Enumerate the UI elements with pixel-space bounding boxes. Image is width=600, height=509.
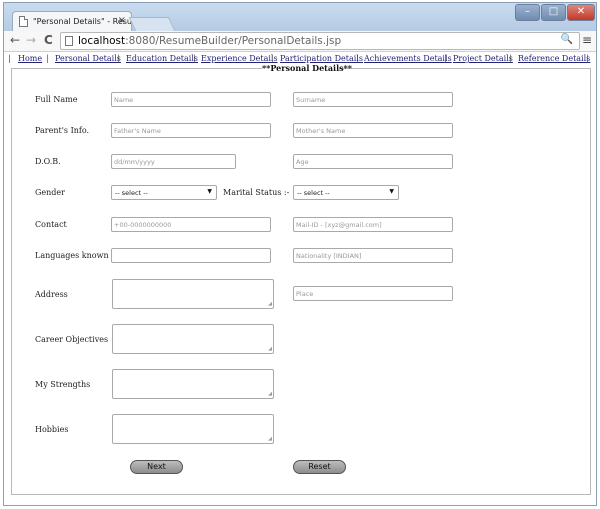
hobbies-textarea[interactable]: ◢ <box>112 414 274 444</box>
fieldset-legend: **Personal Details** <box>262 63 352 73</box>
address-label: Address <box>35 290 68 299</box>
nationality-input[interactable]: Nationality [INDIAN] <box>293 248 453 263</box>
nav-link-reference-details[interactable]: Reference Details <box>518 54 590 63</box>
contact-label: Contact <box>35 220 67 229</box>
nav-link-home[interactable]: Home <box>18 54 42 63</box>
back-arrow-icon[interactable]: ← <box>10 33 20 47</box>
dropdown-arrow-icon: ▼ <box>207 188 212 195</box>
reset-button[interactable]: Reset <box>293 460 346 474</box>
marital-select-value: -- select -- <box>297 189 330 197</box>
page-icon <box>19 16 28 27</box>
next-button[interactable]: Next <box>130 460 183 474</box>
nav-link-personal-details[interactable]: Personal Details <box>55 54 121 63</box>
name-input[interactable]: Name <box>111 92 271 107</box>
nav-separator: | <box>444 54 447 63</box>
new-tab-button[interactable] <box>128 17 176 31</box>
resize-grip-icon[interactable]: ◢ <box>268 437 272 442</box>
mother-name-input[interactable]: Mother's Name <box>293 123 453 138</box>
hobbies-label: Hobbies <box>35 425 69 434</box>
contact-input[interactable]: +00-0000000000 <box>111 217 271 232</box>
dob-label: D.O.B. <box>35 157 61 166</box>
nav-link-participation-details[interactable]: Participation Details <box>280 54 363 63</box>
fieldset-border <box>11 68 262 69</box>
fieldset-border <box>339 68 591 69</box>
close-window-button[interactable]: ✕ <box>567 4 595 21</box>
gender-label: Gender <box>35 188 65 197</box>
title-bar: "Personal Details" - Resu × – □ ✕ <box>4 3 596 32</box>
forward-arrow-icon[interactable]: → <box>26 33 36 47</box>
surname-input[interactable]: Surname <box>293 92 453 107</box>
marital-status-label: Marital Status :- <box>223 188 290 197</box>
nav-separator: | <box>46 54 49 63</box>
email-input[interactable]: Mail-ID - [xyz@gmail.com] <box>293 217 453 232</box>
nav-separator: | <box>271 54 274 63</box>
address-bar[interactable]: localhost:8080/ResumeBuilder/PersonalDet… <box>60 32 580 50</box>
address-textarea[interactable]: ◢ <box>112 279 274 309</box>
nav-separator: | <box>586 54 589 63</box>
place-input[interactable]: Place <box>293 286 453 301</box>
parents-info-label: Parent's Info. <box>35 126 90 135</box>
full-name-label: Full Name <box>35 95 78 104</box>
maximize-button[interactable]: □ <box>541 4 566 21</box>
menu-icon[interactable]: ≡ <box>582 33 592 47</box>
languages-input[interactable] <box>111 248 271 263</box>
nav-link-project-details[interactable]: Project Details <box>453 54 513 63</box>
father-name-input[interactable]: Father's Name <box>111 123 271 138</box>
nav-separator: | <box>117 54 120 63</box>
career-objectives-label: Career Objectives <box>35 335 109 344</box>
nav-separator: | <box>509 54 512 63</box>
nav-link-experience-details[interactable]: Experience Details <box>201 54 278 63</box>
nav-separator: | <box>356 54 359 63</box>
browser-tab[interactable]: "Personal Details" - Resu × <box>12 11 132 32</box>
page-icon <box>65 36 73 46</box>
age-input[interactable]: Age <box>293 154 453 169</box>
resize-grip-icon[interactable]: ◢ <box>268 392 272 397</box>
nav-separator: | <box>193 54 196 63</box>
gender-select[interactable]: -- select -- ▼ <box>111 185 217 200</box>
nav-separator: | <box>8 54 11 63</box>
gender-select-value: -- select -- <box>115 189 148 197</box>
career-objectives-textarea[interactable]: ◢ <box>112 324 274 354</box>
resize-grip-icon[interactable]: ◢ <box>268 302 272 307</box>
marital-status-select[interactable]: -- select -- ▼ <box>293 185 399 200</box>
url-path: :8080/ResumeBuilder/PersonalDetails.jsp <box>125 35 342 47</box>
reload-icon[interactable]: C <box>44 33 53 47</box>
nav-link-education-details[interactable]: Education Details <box>126 54 198 63</box>
url-host: localhost <box>78 35 126 47</box>
minimize-button[interactable]: – <box>515 4 540 21</box>
browser-toolbar: ← → C localhost:8080/ResumeBuilder/Perso… <box>4 31 596 52</box>
resize-grip-icon[interactable]: ◢ <box>268 347 272 352</box>
dob-input[interactable]: dd/mm/yyyy <box>111 154 236 169</box>
search-icon[interactable]: 🔍 <box>561 34 573 45</box>
tab-close-icon[interactable]: × <box>118 15 126 26</box>
languages-known-label: Languages known <box>35 251 109 260</box>
my-strengths-label: My Strengths <box>35 380 91 389</box>
dropdown-arrow-icon: ▼ <box>389 188 394 195</box>
nav-link-achievements-details[interactable]: Achievements Details <box>364 54 452 63</box>
my-strengths-textarea[interactable]: ◢ <box>112 369 274 399</box>
